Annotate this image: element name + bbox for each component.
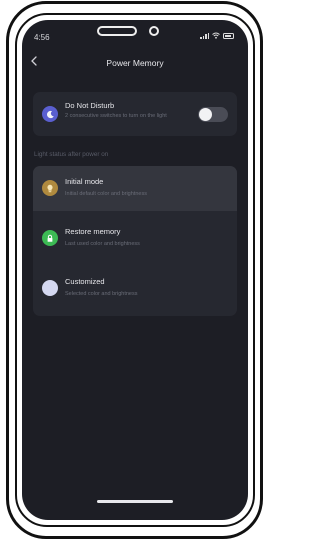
phone-frame: 4:56 Power Memory Do Not Disturb 2 conse… [0,0,271,542]
mode-subtitle: Initial default color and brightness [65,191,147,197]
status-icons [200,32,234,39]
dnd-title: Do Not Disturb [65,101,115,110]
signal-icon [200,32,209,39]
camera-icon [149,26,159,36]
moon-icon [46,110,54,118]
bulb-icon [47,184,53,192]
status-time: 4:56 [34,33,50,42]
mode-row-customized[interactable]: Customized Selected color and brightness [33,266,237,311]
page-title: Power Memory [106,58,164,68]
dnd-toggle[interactable] [198,107,228,122]
dnd-subtitle: 2 consecutive switches to turn on the li… [65,113,167,119]
mode-subtitle: Selected color and brightness [65,291,138,297]
mode-subtitle: Last used color and brightness [65,241,140,247]
initial-mode-badge [42,180,58,196]
dnd-icon-badge [42,106,58,122]
mode-row-restore[interactable]: Restore memory Last used color and brigh… [33,216,237,261]
home-indicator[interactable] [97,500,173,503]
speaker-notch [97,26,137,36]
mode-row-initial[interactable]: Initial mode Initial default color and b… [33,166,237,211]
section-label: Light status after power on [34,151,109,158]
lock-icon [47,234,53,242]
color-dot-icon [42,280,58,296]
mode-title: Initial mode [65,177,104,186]
app-screen: 4:56 Power Memory Do Not Disturb 2 conse… [22,20,248,520]
power-on-modes-card: Initial mode Initial default color and b… [33,166,237,316]
battery-icon [223,32,234,39]
wifi-icon [212,32,220,39]
mode-title: Customized [65,277,105,286]
mode-title: Restore memory [65,227,121,236]
restore-memory-badge [42,230,58,246]
toggle-knob [199,108,212,121]
dnd-card: Do Not Disturb 2 consecutive switches to… [33,92,237,136]
